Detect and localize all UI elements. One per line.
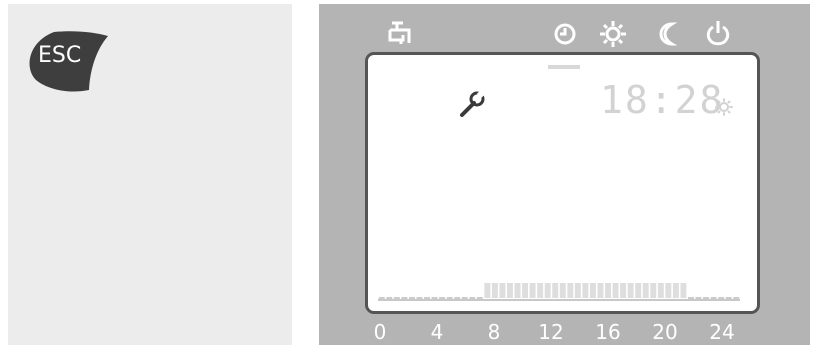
esc-label: ESC — [38, 43, 82, 68]
timeline-slot — [484, 283, 491, 298]
hour-label: 12 — [538, 320, 564, 344]
left-panel: ESC — [8, 4, 292, 345]
timeline-slot — [439, 297, 446, 299]
sun-icon[interactable] — [598, 18, 628, 48]
hour-label: 24 — [709, 320, 735, 344]
timeline-slot — [393, 297, 400, 299]
timeline-slot — [642, 283, 649, 298]
clock-icon[interactable] — [550, 18, 580, 48]
timeline-slot — [703, 297, 710, 299]
timeline-slot — [469, 297, 476, 299]
timeline-slot — [574, 283, 581, 298]
timeline-slot — [537, 283, 544, 298]
thermostat-panel: 18:28 0 4 8 12 16 20 24 — [319, 4, 810, 345]
timeline-slot — [476, 297, 483, 299]
timeline-slot — [733, 297, 740, 299]
timeline-slot — [454, 297, 461, 299]
timeline-slot — [605, 283, 611, 298]
timeline-slot — [688, 297, 694, 299]
esc-button[interactable]: ESC — [26, 30, 110, 96]
timeline-slot — [725, 297, 732, 299]
timeline-slot — [582, 283, 589, 298]
time-display: 18:28 — [600, 78, 725, 122]
hour-label: 0 — [373, 320, 387, 344]
timeline-slot — [491, 283, 498, 298]
timeline-slot — [552, 283, 559, 298]
timeline-slot — [559, 283, 566, 298]
lcd-segment-mark — [548, 65, 580, 69]
timeline-slot — [416, 297, 423, 299]
timeline-slot — [507, 283, 513, 298]
power-icon[interactable] — [703, 18, 733, 48]
hour-label: 4 — [430, 320, 444, 344]
timeline-slot — [401, 297, 408, 299]
timeline-slot — [544, 283, 551, 298]
timeline-slot — [589, 283, 596, 298]
timeline-slot — [718, 297, 725, 299]
timeline-slot — [680, 283, 687, 298]
timeline-slot — [612, 283, 619, 298]
timeline-slot — [386, 297, 393, 299]
lcd-display: 18:28 — [365, 52, 760, 314]
wrench-icon — [458, 89, 488, 119]
timeline-slot — [499, 283, 506, 298]
schedule-timeline — [378, 283, 740, 301]
timeline-slot — [408, 297, 415, 299]
timeline-slot — [522, 283, 529, 298]
timeline-slot — [461, 297, 468, 299]
timeline-slot — [431, 297, 438, 299]
timeline-slot — [672, 283, 679, 298]
timeline-slot — [514, 283, 521, 298]
timeline-slot — [446, 297, 453, 299]
timeline-slot — [695, 297, 702, 299]
hour-label: 8 — [487, 320, 501, 344]
hour-label: 20 — [652, 320, 678, 344]
timeline-slot — [620, 283, 627, 298]
timeline-slot — [710, 297, 717, 299]
hot-water-tap-icon[interactable] — [387, 18, 417, 48]
timeline-slot — [635, 283, 642, 298]
hour-label: 16 — [595, 320, 621, 344]
timeline-slot — [424, 297, 430, 299]
display-sun-icon — [714, 97, 734, 117]
timeline-slot — [657, 283, 664, 298]
timeline-slot — [567, 283, 574, 298]
timeline-slot — [529, 283, 536, 298]
timeline-slot — [378, 297, 385, 299]
hour-labels: 0 4 8 12 16 20 24 — [319, 322, 810, 346]
timeline-slot — [665, 283, 672, 298]
moon-icon[interactable] — [653, 18, 683, 48]
timeline-slot — [597, 283, 604, 298]
timeline-slot — [627, 283, 634, 298]
timeline-slot — [650, 283, 657, 298]
